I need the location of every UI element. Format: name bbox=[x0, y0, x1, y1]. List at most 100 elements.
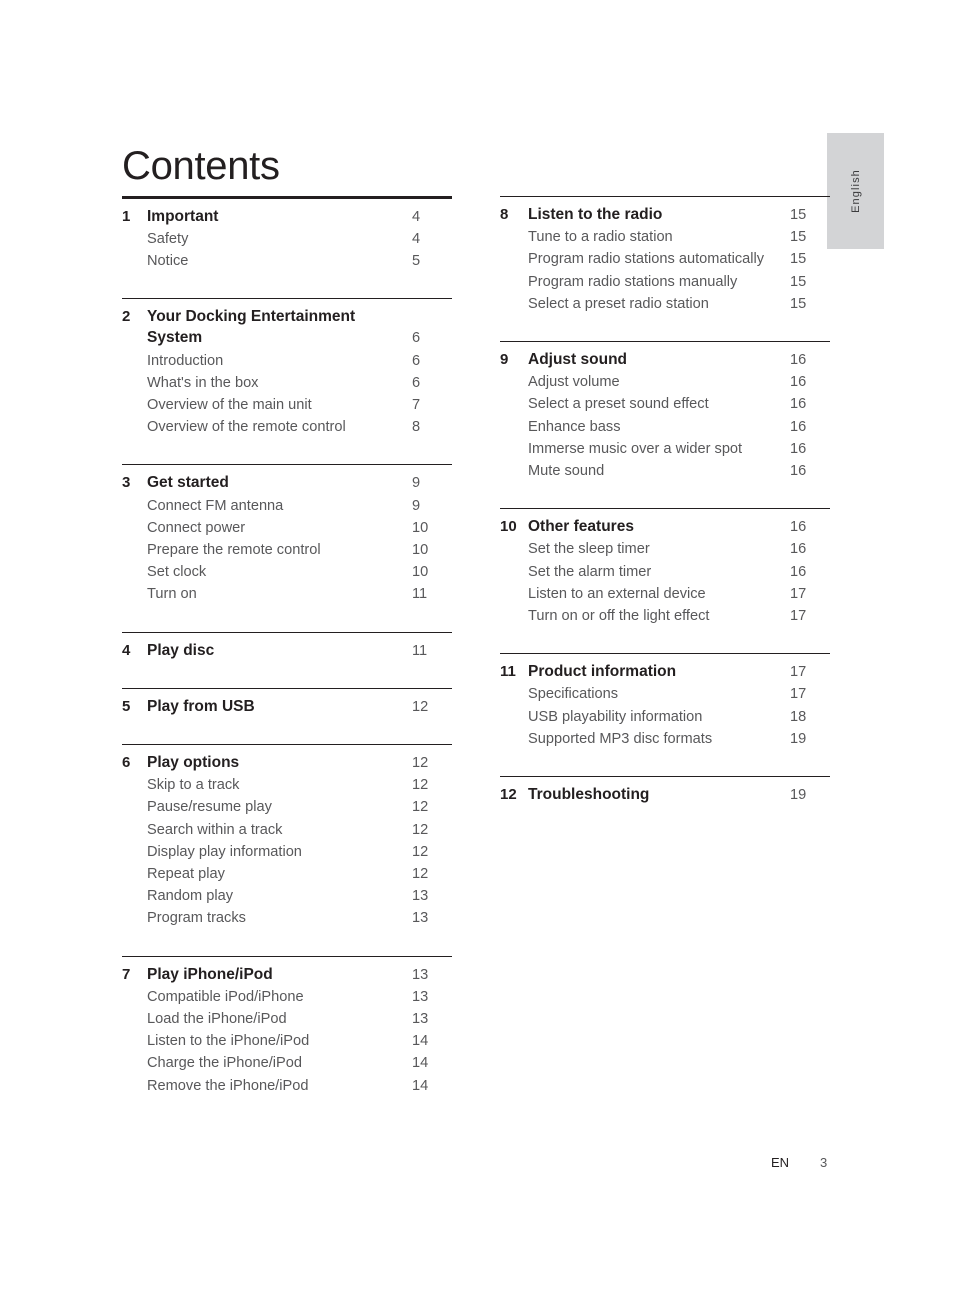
subitem-title: Connect FM antenna bbox=[147, 497, 284, 514]
subitem-title: Repeat play bbox=[147, 865, 225, 882]
subitem-title: Compatible iPod/iPhone bbox=[147, 988, 304, 1005]
toc-entry-subitem[interactable]: 3Set clock10 bbox=[122, 561, 452, 583]
toc-entry-heading[interactable]: 2 Your Docking Entertainment System 6 bbox=[122, 306, 452, 349]
toc-entry-heading[interactable]: 5 Play from USB 12 bbox=[122, 696, 452, 718]
toc-entry-subitem[interactable]: 10Turn on or off the light effect17 bbox=[500, 605, 830, 627]
toc-section: 2 Your Docking Entertainment System 62 Intro… bbox=[122, 298, 452, 438]
subitem-title: Charge the iPhone/iPod bbox=[147, 1055, 302, 1072]
section-title: Play iPhone/iPod bbox=[147, 965, 273, 983]
toc-entry-subitem[interactable]: 9Enhance bass16 bbox=[500, 416, 830, 438]
subitem-page-number: 19 bbox=[790, 730, 807, 747]
toc-entry-heading[interactable]: 7 Play iPhone/iPod 13 bbox=[122, 964, 452, 986]
toc-entry-subitem[interactable]: 6Repeat play12 bbox=[122, 863, 452, 885]
toc-entry-subitem[interactable]: 3Turn on11 bbox=[122, 583, 452, 605]
toc-entry-heading[interactable]: 11 Product information 17 bbox=[500, 661, 830, 683]
toc-section: 4 Play disc 11 bbox=[122, 631, 452, 662]
toc-entry-subitem[interactable]: 1Safety4 bbox=[122, 228, 452, 250]
toc-entry-subitem[interactable]: 6Program tracks13 bbox=[122, 907, 452, 929]
subitem-page-number: 13 bbox=[412, 910, 429, 927]
toc-section: 3Get started93Connect FM antenna93Connec… bbox=[122, 464, 452, 605]
toc-entry-subitem[interactable]: 2What's in the box6 bbox=[122, 372, 452, 394]
toc-entry-heading[interactable]: 1 Important 4 bbox=[122, 206, 452, 228]
toc-entry-subitem[interactable]: 3Prepare the remote control10 bbox=[122, 539, 452, 561]
toc-entry-subitem[interactable]: 6Pause/resume play12 bbox=[122, 796, 452, 818]
toc-entry-heading[interactable]: 10 Other features 16 bbox=[500, 516, 830, 538]
toc-entry-subitem[interactable]: 6Search within a track12 bbox=[122, 819, 452, 841]
subitem-page-number: 16 bbox=[790, 374, 807, 391]
toc-entry-subitem[interactable]: 7Charge the iPhone/iPod14 bbox=[122, 1052, 452, 1074]
section-number: 1 bbox=[122, 207, 131, 225]
toc-entry-subitem[interactable]: 11Specifications17 bbox=[500, 683, 830, 705]
subitem-page-number: 16 bbox=[790, 440, 807, 457]
subitem-page-number: 6 bbox=[412, 374, 421, 391]
section-number: 8 bbox=[500, 206, 509, 223]
toc-entry-subitem[interactable]: 9Mute sound16 bbox=[500, 460, 830, 482]
toc-entry-subitem[interactable]: 6Random play13 bbox=[122, 885, 452, 907]
toc-entry-subitem[interactable]: 11Supported MP3 disc formats19 bbox=[500, 728, 830, 750]
subitem-page-number: 10 bbox=[412, 519, 429, 536]
subitem-title: Safety bbox=[147, 230, 189, 247]
subitem-title: Turn on bbox=[147, 586, 197, 603]
subitem-title: Listen to an external device bbox=[528, 585, 706, 602]
toc-entry-subitem[interactable]: 6Skip to a track12 bbox=[122, 774, 452, 796]
section-entries: 1Important41Safety41Notice5 bbox=[122, 199, 452, 273]
toc-entry-heading[interactable]: 9 Adjust sound 16 bbox=[500, 349, 830, 371]
toc-entry-subitem[interactable]: 8Select a preset radio station15 bbox=[500, 293, 830, 315]
subitem-page-number: 17 bbox=[790, 686, 807, 703]
toc-entry-subitem[interactable]: 8Program radio stations manually15 bbox=[500, 271, 830, 293]
section-page-number: 12 bbox=[412, 698, 429, 715]
toc-section: 11 Product information 1711 Specifications 1… bbox=[500, 653, 830, 750]
toc-entry-subitem[interactable]: 10Listen to an external device17 bbox=[500, 583, 830, 605]
section-title-continued: System bbox=[147, 329, 203, 347]
subitem-title: Select a preset sound effect bbox=[528, 396, 709, 413]
toc-entry-subitem[interactable]: 9Immerse music over a wider spot16 bbox=[500, 438, 830, 460]
subitem-page-number: 11 bbox=[412, 586, 428, 603]
toc-entry-subitem[interactable]: 9Adjust volume16 bbox=[500, 371, 830, 393]
toc-entry-heading[interactable]: 4 Play disc 11 bbox=[122, 640, 452, 662]
toc-entry-subitem[interactable]: 7Load the iPhone/iPod13 bbox=[122, 1008, 452, 1030]
section-title: Product information bbox=[528, 663, 677, 681]
subitem-title: Notice bbox=[147, 252, 189, 269]
language-tab-label: English bbox=[849, 169, 862, 213]
toc-entry-subitem[interactable]: 2Overview of the main unit7 bbox=[122, 394, 452, 416]
subitem-page-number: 6 bbox=[412, 352, 421, 369]
toc-entry-subitem[interactable]: 1Notice5 bbox=[122, 250, 452, 272]
subitem-page-number: 12 bbox=[412, 865, 429, 882]
toc-entry-subitem[interactable]: 3Connect FM antenna9 bbox=[122, 495, 452, 517]
subitem-page-number: 15 bbox=[790, 295, 807, 312]
toc-entry-subitem[interactable]: 7Listen to the iPhone/iPod14 bbox=[122, 1030, 452, 1052]
toc-entry-subitem[interactable]: 8Program radio stations automatically15 bbox=[500, 248, 830, 270]
toc-entry-subitem[interactable]: 10Set the alarm timer16 bbox=[500, 561, 830, 583]
section-entries: 4 Play disc 11 bbox=[122, 633, 452, 662]
toc-entry-subitem[interactable]: 2Introduction6 bbox=[122, 350, 452, 372]
toc-entry-subitem[interactable]: 8Tune to a radio station15 bbox=[500, 226, 830, 248]
toc-entry-subitem[interactable]: 3Connect power10 bbox=[122, 517, 452, 539]
toc-entry-subitem[interactable]: 11USB playability information18 bbox=[500, 706, 830, 728]
subitem-title: Program tracks bbox=[147, 910, 246, 927]
toc-entry-subitem[interactable]: 7Compatible iPod/iPhone13 bbox=[122, 986, 452, 1008]
subitem-title: Supported MP3 disc formats bbox=[528, 730, 713, 747]
toc-entry-heading[interactable]: 12 Troubleshooting 19 bbox=[500, 784, 830, 806]
toc-entry-subitem[interactable]: 6Display play information12 bbox=[122, 841, 452, 863]
toc-entry-subitem[interactable]: 10Set the sleep timer16 bbox=[500, 538, 830, 560]
toc-entry-subitem[interactable]: 9Select a preset sound effect16 bbox=[500, 393, 830, 415]
toc-entry-heading[interactable]: 6 Play options 12 bbox=[122, 752, 452, 774]
subitem-title: USB playability information bbox=[528, 708, 703, 725]
toc-entry-subitem[interactable]: 7Remove the iPhone/iPod14 bbox=[122, 1075, 452, 1097]
subitem-page-number: 16 bbox=[790, 541, 807, 558]
section-title: Adjust sound bbox=[528, 351, 628, 369]
subitem-title: Adjust volume bbox=[528, 374, 620, 391]
section-page-number: 13 bbox=[412, 966, 429, 983]
subitem-page-number: 16 bbox=[790, 418, 807, 435]
toc-entry-subitem[interactable]: 2Overview of the remote control8 bbox=[122, 416, 452, 438]
toc-entry-heading[interactable]: 8 Listen to the radio 15 bbox=[500, 204, 830, 226]
subitem-title: Connect power bbox=[147, 519, 246, 536]
section-title: Listen to the radio bbox=[528, 206, 663, 223]
toc-entry-heading[interactable]: 3 Get started 9 bbox=[122, 472, 452, 494]
